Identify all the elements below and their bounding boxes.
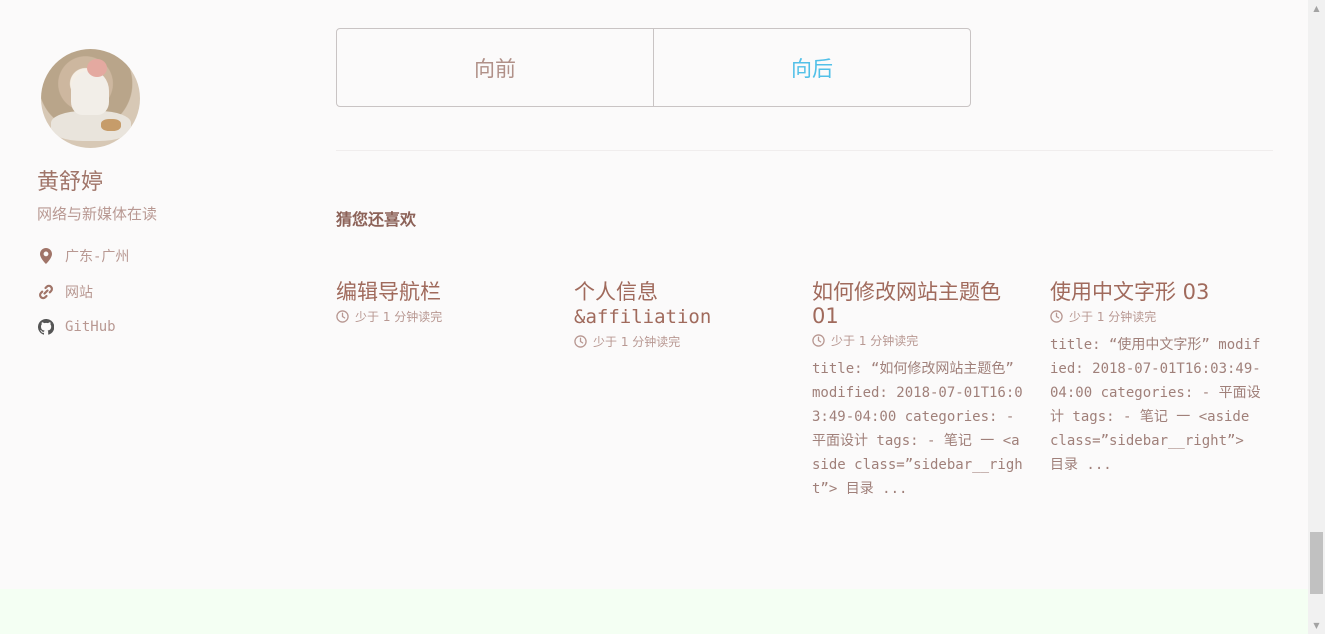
read-time-label: 少于 1 分钟读完 — [593, 335, 681, 349]
scrollbar-thumb[interactable] — [1310, 532, 1323, 594]
read-time-label: 少于 1 分钟读完 — [831, 334, 919, 348]
related-post-title[interactable]: 个人信息 &affiliation — [574, 280, 794, 329]
author-website-label: 网站 — [65, 285, 93, 301]
related-post-title[interactable]: 编辑导航栏 — [336, 280, 556, 304]
location-pin-icon — [37, 247, 55, 265]
related-posts-heading: 猜您还喜欢 — [336, 210, 417, 229]
author-github-link[interactable]: GitHub — [37, 317, 116, 337]
author-name: 黄舒婷 — [37, 170, 104, 195]
related-post-title[interactable]: 使用中文字形 03 — [1050, 280, 1270, 304]
clock-icon — [574, 335, 587, 348]
github-icon — [37, 318, 55, 336]
read-time: 少于 1 分钟读完 — [336, 308, 556, 325]
author-location-label: 广东-广州 — [65, 249, 130, 265]
read-time-label: 少于 1 分钟读完 — [355, 310, 443, 324]
related-post-title-text: 个人信息 — [574, 280, 658, 304]
previous-page-button[interactable]: 向前 — [337, 29, 654, 106]
link-icon — [37, 283, 55, 301]
author-github-label: GitHub — [65, 319, 116, 335]
clock-icon — [812, 334, 825, 347]
footer — [0, 589, 1308, 634]
related-post-card: 如何修改网站主题色 01 少于 1 分钟读完 title: “如何修改网站主题色… — [812, 280, 1032, 501]
related-post-excerpt: title: “如何修改网站主题色” modified: 2018-07-01T… — [812, 361, 1023, 497]
related-post-title-suffix: &affiliation — [574, 306, 712, 328]
author-location: 广东-广州 — [37, 246, 129, 266]
vertical-scrollbar[interactable]: ▲ ▼ — [1308, 0, 1325, 634]
author-website-link[interactable]: 网站 — [37, 282, 93, 302]
related-post-card: 编辑导航栏 少于 1 分钟读完 — [336, 280, 556, 325]
read-time-label: 少于 1 分钟读完 — [1069, 310, 1157, 324]
read-time: 少于 1 分钟读完 — [812, 332, 1032, 349]
divider — [336, 150, 1273, 151]
next-page-button[interactable]: 向后 — [654, 29, 970, 106]
avatar — [41, 49, 140, 148]
related-post-excerpt: title: “使用中文字形” modified: 2018-07-01T16:… — [1050, 337, 1261, 473]
related-post-card: 使用中文字形 03 少于 1 分钟读完 title: “使用中文字形” modi… — [1050, 280, 1270, 477]
pagination: 向前 向后 — [336, 28, 971, 107]
page: 黄舒婷 网络与新媒体在读 广东-广州 网站 GitHub 向前 向后 猜您还喜欢… — [0, 0, 1308, 634]
clock-icon — [1050, 310, 1063, 323]
scroll-up-icon[interactable]: ▲ — [1308, 0, 1325, 17]
related-post-card: 个人信息 &affiliation 少于 1 分钟读完 — [574, 280, 794, 350]
clock-icon — [336, 310, 349, 323]
author-bio: 网络与新媒体在读 — [37, 205, 158, 223]
related-post-title[interactable]: 如何修改网站主题色 01 — [812, 280, 1032, 328]
scroll-down-icon[interactable]: ▼ — [1308, 617, 1325, 634]
read-time: 少于 1 分钟读完 — [1050, 308, 1270, 325]
read-time: 少于 1 分钟读完 — [574, 333, 794, 350]
